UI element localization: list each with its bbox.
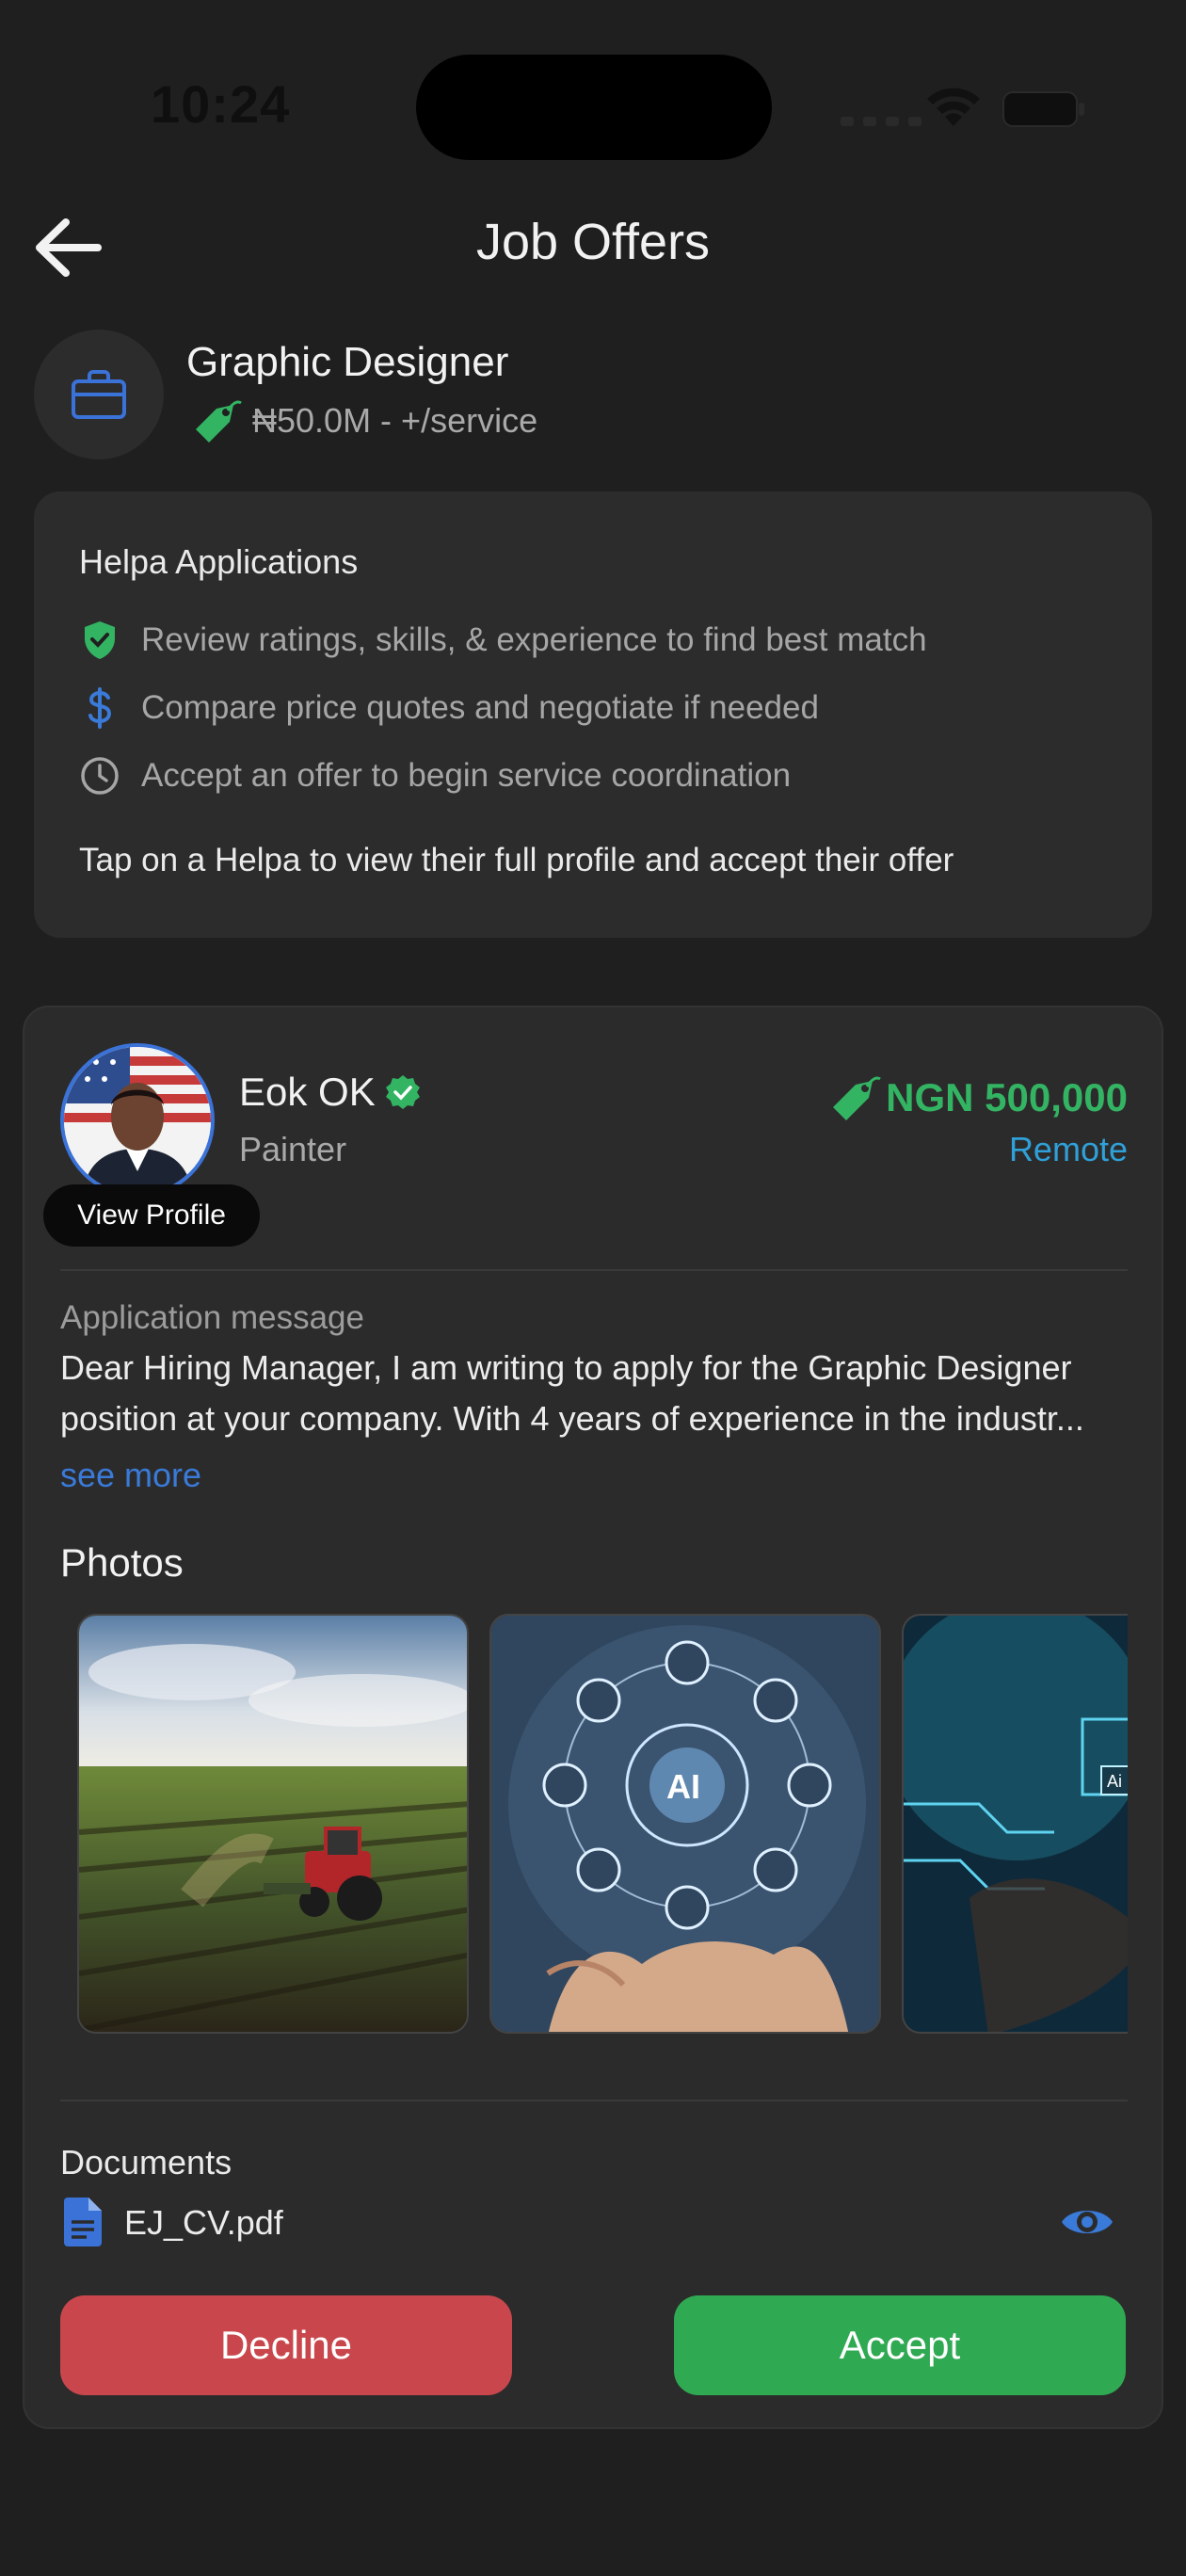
applicant-card[interactable]: View Profile Eok OK Painter NGN 500,000 … [23,1006,1163,2429]
job-title: Graphic Designer [186,339,509,385]
page-title: Job Offers [475,214,711,270]
avatar[interactable] [60,1043,215,1198]
job-offers-screen: 10:24 Job Offers Graphic Designer ₦50.0M… [0,0,1186,2576]
applicant-role: Painter [239,1130,347,1168]
info-item-text: Review ratings, skills, & experience to … [141,621,927,658]
application-message: Dear Hiring Manager, I am writing to app… [60,1348,1084,1438]
wifi-icon [927,88,980,126]
dynamic-island [416,55,772,160]
price-tag-icon [196,400,242,443]
job-icon-circle [34,330,164,459]
signal-icon [841,117,922,126]
clock-icon [81,757,119,795]
accept-button[interactable]: Accept [674,2295,1126,2395]
divider [60,1269,1128,1271]
applicant-name: Eok OK [239,1070,376,1114]
avatar-photo [64,1047,211,1194]
helpa-applications-card: Helpa Applications Review ratings, skill… [34,491,1152,938]
verified-badge-icon [385,1075,420,1109]
shield-check-icon [85,621,115,659]
documents-title: Documents [60,2143,232,2182]
info-footer: Tap on a Helpa to view their full profil… [79,842,954,878]
document-icon [64,2198,102,2246]
info-title: Helpa Applications [79,542,359,581]
applicant-name-row: Eok OK [239,1070,421,1115]
offer-price-row: NGN 500,000 [829,1071,1128,1124]
photos-title: Photos [60,1540,184,1585]
info-item: Compare price quotes and negotiate if ne… [79,687,819,729]
work-location: Remote [1008,1130,1128,1168]
eye-icon[interactable] [1060,2203,1114,2241]
decline-button[interactable]: Decline [60,2295,512,2395]
photo-carousel[interactable]: AI Ai [60,1614,1128,2034]
briefcase-icon [72,370,126,419]
job-price: ₦50.0M - +/service [252,401,538,440]
status-time: 10:24 [151,74,291,134]
photo-thumbnail-tractor[interactable] [77,1614,469,2034]
price-tag-icon [833,1076,882,1120]
info-item-text: Accept an offer to begin service coordin… [141,757,792,794]
divider [60,2100,1128,2101]
svg-text:Ai: Ai [1107,1772,1122,1791]
svg-text:AI: AI [666,1767,700,1806]
dollar-icon [88,687,112,729]
document-name[interactable]: EJ_CV.pdf [124,2203,283,2243]
photo-thumbnail-ai-chip[interactable]: Ai [902,1614,1128,2034]
info-item: Accept an offer to begin service coordin… [79,755,791,797]
offer-price: NGN 500,000 [886,1075,1128,1119]
see-more-link[interactable]: see more [60,1456,201,1495]
battery-icon [1002,91,1084,127]
info-item-text: Compare price quotes and negotiate if ne… [141,689,819,726]
photo-thumbnail-ai-hand[interactable]: AI [489,1614,881,2034]
view-profile-button[interactable]: View Profile [43,1184,260,1247]
info-item: Review ratings, skills, & experience to … [79,620,927,661]
message-label: Application message [60,1299,364,1336]
